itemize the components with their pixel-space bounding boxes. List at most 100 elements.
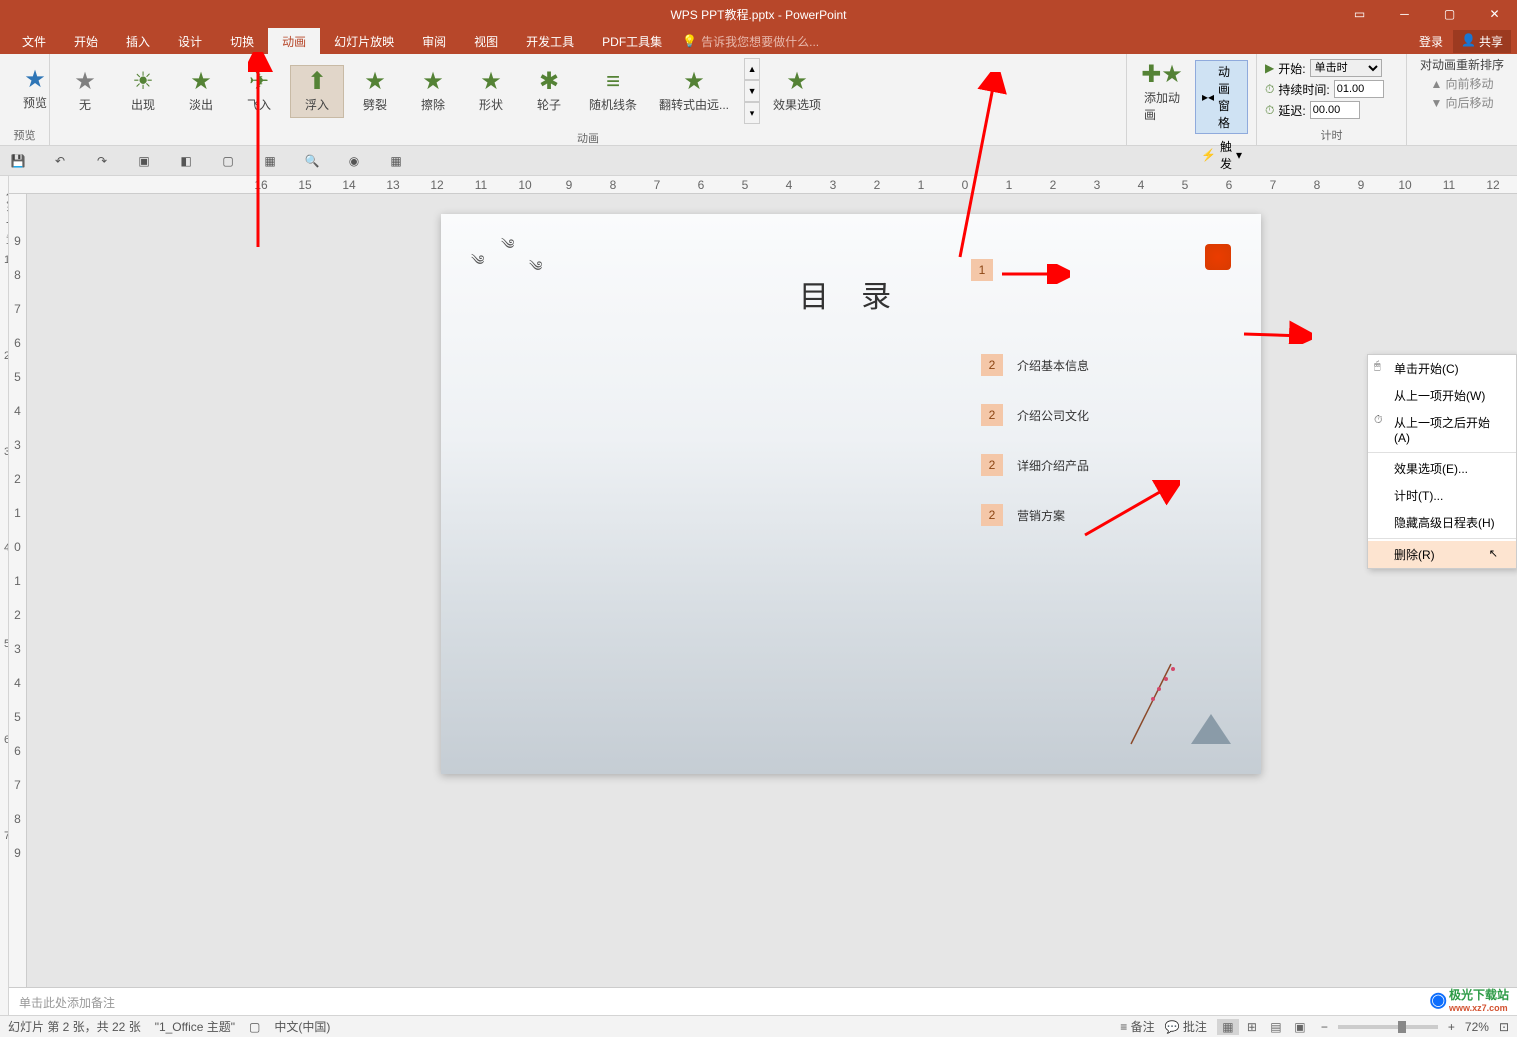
undo-icon[interactable]: ↶ (50, 151, 70, 171)
horizontal-ruler[interactable]: 1615141312111098765432101234567891011121… (9, 176, 1517, 194)
star-icon: ★ (422, 70, 444, 94)
save-icon[interactable]: 💾 (8, 151, 28, 171)
qat-icon[interactable]: ▦ (386, 151, 406, 171)
tab-slideshow[interactable]: 幻灯片放映 (320, 28, 408, 54)
notes-button[interactable]: ≡ 备注 (1120, 1018, 1154, 1035)
anim-number-badge[interactable]: 2 (981, 354, 1003, 376)
normal-view-icon[interactable]: ▦ (1217, 1019, 1239, 1035)
fit-view-icon[interactable]: ⊡ (1499, 1020, 1509, 1034)
animation-pane-button[interactable]: ▸◂动画窗格 (1195, 60, 1248, 134)
anim-wheel[interactable]: ✱轮子 (522, 65, 576, 118)
login-link[interactable]: 登录 (1419, 33, 1443, 50)
ctx-effect-options[interactable]: 效果选项(E)... (1368, 455, 1516, 482)
add-animation-button[interactable]: ✚★添加动画 (1135, 58, 1189, 128)
anim-appear[interactable]: ☀出现 (116, 65, 170, 118)
ctx-after-prev[interactable]: ⏱从上一项之后开始(A) (1368, 409, 1516, 450)
move-forward[interactable]: ▲向前移动 (1431, 75, 1494, 92)
ctx-click-start[interactable]: 🖱单击开始(C) (1368, 355, 1516, 382)
anim-number-badge[interactable]: 2 (981, 404, 1003, 426)
anim-wipe[interactable]: ★擦除 (406, 65, 460, 118)
tab-file[interactable]: 文件 (8, 28, 60, 54)
start-select[interactable]: 单击时 (1310, 59, 1382, 77)
zoom-level[interactable]: 72% (1465, 1020, 1489, 1034)
qat-icon[interactable]: ▦ (260, 151, 280, 171)
gallery-more[interactable]: ▾ (744, 102, 760, 124)
ribbon-options-icon[interactable]: ▭ (1337, 0, 1382, 28)
up-arrow-icon: ▲ (1431, 77, 1443, 91)
slideshow-view-icon[interactable]: ▣ (1289, 1019, 1311, 1035)
slide-thumbnails[interactable]: ◢ 第一章 1★ 2★目录 3★ 4★ 5★ 6★ 7★ (0, 176, 9, 1015)
tab-review[interactable]: 审阅 (408, 28, 460, 54)
ctx-timing[interactable]: 计时(T)... (1368, 482, 1516, 509)
anim-fade[interactable]: ★淡出 (174, 65, 228, 118)
comments-button[interactable]: 💬 批注 (1165, 1018, 1207, 1035)
qat-icon[interactable]: ◧ (176, 151, 196, 171)
notes-pane[interactable]: 单击此处添加备注 (9, 987, 1517, 1015)
star-icon: ★ (190, 70, 212, 94)
anim-none[interactable]: ★无 (58, 65, 112, 118)
office-logo-icon (1205, 244, 1231, 270)
ctx-hide-advanced[interactable]: 隐藏高级日程表(H) (1368, 509, 1516, 536)
sorter-view-icon[interactable]: ⊞ (1241, 1019, 1263, 1035)
tab-insert[interactable]: 插入 (112, 28, 164, 54)
duration-input[interactable] (1334, 80, 1384, 98)
zoom-out-icon[interactable]: − (1321, 1020, 1328, 1034)
effect-options-button[interactable]: ★效果选项 (764, 65, 830, 118)
anim-randombars[interactable]: ≡随机线条 (580, 65, 646, 118)
minimize-button[interactable]: ─ (1382, 0, 1427, 28)
tab-pdf[interactable]: PDF工具集 (588, 28, 676, 54)
slide-canvas[interactable]: ༄ ༄ ༄ 1 目 录 2介绍基本信息 2介绍公司文化 2详细介绍产品 2营销方… (27, 194, 1517, 987)
move-backward[interactable]: ▼向后移动 (1431, 94, 1494, 111)
anim-number-badge[interactable]: 2 (981, 454, 1003, 476)
reading-view-icon[interactable]: ▤ (1265, 1019, 1287, 1035)
bird-icon: ༄ (501, 228, 514, 268)
tab-developer[interactable]: 开发工具 (512, 28, 588, 54)
bolt-icon: ⚡ (1201, 148, 1216, 162)
delay-input[interactable] (1310, 101, 1360, 119)
section-header[interactable]: ◢ 第一章 (4, 180, 8, 252)
language[interactable]: 中文(中国) (274, 1018, 330, 1035)
tab-design[interactable]: 设计 (164, 28, 216, 54)
tab-animation[interactable]: 动画 (268, 28, 320, 54)
tab-home[interactable]: 开始 (60, 28, 112, 54)
start-from-beginning-icon[interactable]: ▣ (134, 151, 154, 171)
gallery-down[interactable]: ▼ (744, 80, 760, 102)
anim-shape[interactable]: ★形状 (464, 65, 518, 118)
tab-view[interactable]: 视图 (460, 28, 512, 54)
vertical-ruler[interactable]: 9876543210123456789 (9, 194, 27, 987)
close-button[interactable]: ✕ (1472, 0, 1517, 28)
bird-icon: ༄ (471, 244, 484, 284)
slide-text[interactable]: 介绍基本信息 (1017, 357, 1089, 374)
maximize-button[interactable]: ▢ (1427, 0, 1472, 28)
share-button[interactable]: 👤共享 (1453, 30, 1511, 53)
status-bar: 幻灯片 第 2 张，共 22 张 "1_Office 主题" ▢ 中文(中国) … (0, 1015, 1517, 1037)
anim-flyin[interactable]: ✈飞入 (232, 65, 286, 118)
tab-transition[interactable]: 切换 (216, 28, 268, 54)
anim-float[interactable]: ⬆浮入 (290, 65, 344, 118)
qat-icon[interactable]: 🔍 (302, 151, 322, 171)
zoom-in-icon[interactable]: + (1448, 1020, 1455, 1034)
qat-icon[interactable]: ◉ (344, 151, 364, 171)
tellme-search[interactable]: 💡 告诉我您想要做什么... (682, 33, 819, 50)
anim-number-badge[interactable]: 2 (981, 504, 1003, 526)
ribbon-tabs: 文件 开始 插入 设计 切换 动画 幻灯片放映 审阅 视图 开发工具 PDF工具… (0, 28, 1517, 54)
slide-text[interactable]: 营销方案 (1017, 507, 1065, 524)
qat-icon[interactable]: ▢ (218, 151, 238, 171)
star-icon: ★ (683, 70, 705, 94)
gallery-up[interactable]: ▲ (744, 58, 760, 80)
slide[interactable]: ༄ ༄ ༄ 1 目 录 2介绍基本信息 2介绍公司文化 2详细介绍产品 2营销方… (441, 214, 1261, 774)
slide-text[interactable]: 介绍公司文化 (1017, 407, 1089, 424)
redo-icon[interactable]: ↷ (92, 151, 112, 171)
ctx-remove[interactable]: 删除(R)↖ (1368, 541, 1516, 568)
spell-icon[interactable]: ▢ (249, 1020, 260, 1034)
reorder-title: 对动画重新排序 (1420, 56, 1504, 73)
anim-split[interactable]: ★劈裂 (348, 65, 402, 118)
anim-number-badge[interactable]: 1 (971, 259, 993, 281)
slide-text[interactable]: 详细介绍产品 (1017, 457, 1089, 474)
zoom-slider[interactable] (1338, 1025, 1438, 1029)
ctx-with-prev[interactable]: 从上一项开始(W) (1368, 382, 1516, 409)
ribbon: ★ 预览 预览 ★无 ☀出现 ★淡出 ✈飞入 ⬆浮入 ★劈裂 ★擦除 ★形状 ✱… (0, 54, 1517, 146)
slide-title[interactable]: 目 录 (799, 272, 903, 316)
trigger-button[interactable]: ⚡触发▾ (1195, 136, 1248, 174)
anim-flip[interactable]: ★翻转式由远... (650, 65, 738, 118)
